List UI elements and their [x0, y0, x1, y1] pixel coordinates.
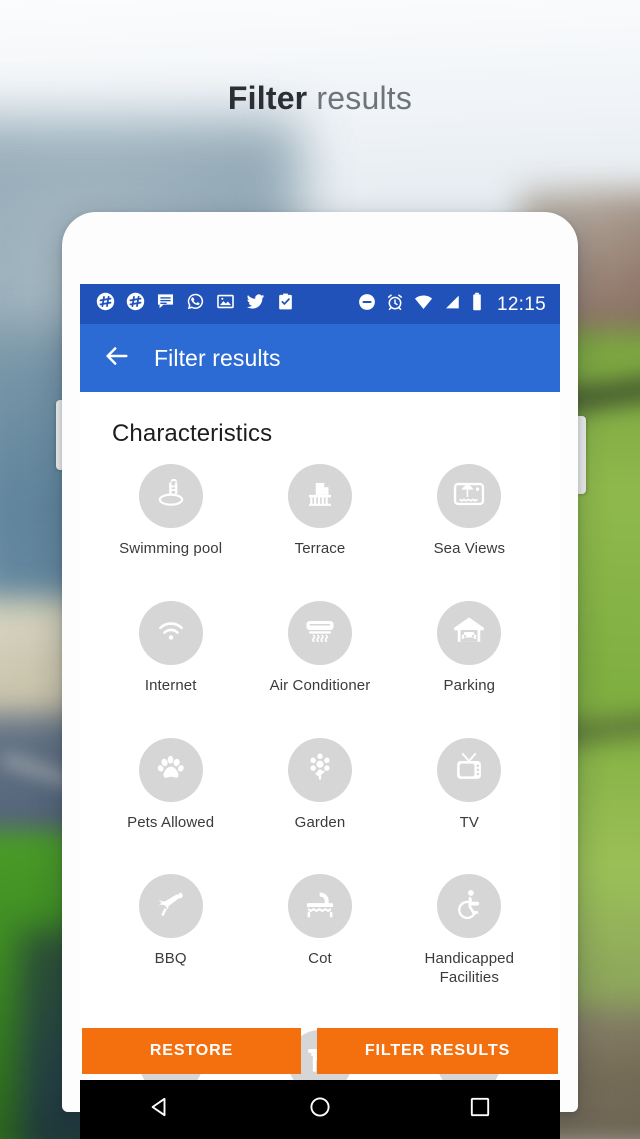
filter-option-label: Pets Allowed: [127, 813, 215, 831]
filter-icon-circle: [287, 464, 352, 528]
back-button[interactable]: [100, 341, 134, 375]
filter-icon-circle: [138, 737, 203, 802]
android-navigation-bar: [80, 1080, 560, 1139]
parking-garage-icon: [451, 612, 487, 653]
filter-option-label: Garden: [294, 813, 346, 831]
alarm-clock-icon: [386, 293, 404, 316]
paw-print-icon: [154, 750, 188, 789]
flower-icon: [304, 751, 336, 788]
filter-option-label: Sea Views: [433, 540, 506, 557]
nav-back-button[interactable]: [130, 1090, 190, 1130]
grid-row-gap: [96, 840, 245, 866]
filter-icon-circle: [287, 874, 352, 939]
filter-icon-circle: [138, 874, 203, 939]
status-bar: 12:15: [80, 284, 560, 324]
chat-bubble-icon: [156, 292, 175, 316]
filter-option-label: TV: [459, 813, 479, 831]
status-bar-notifications: [96, 292, 295, 316]
filter-icon-circle: [287, 600, 352, 665]
phone-screen: 12:15 Filter results Characteristics Swi…: [80, 284, 560, 1080]
grid-row-gap: [96, 567, 245, 593]
app-bar-title: Filter results: [154, 344, 281, 371]
filter-option-cot[interactable]: Cot: [245, 874, 394, 988]
sea-views-icon: [451, 476, 487, 517]
wheelchair-icon: [452, 887, 486, 926]
restore-button[interactable]: RESTORE: [82, 1028, 301, 1074]
baby-cot-icon: [302, 886, 338, 927]
filter-icon-circle: [437, 737, 502, 802]
filter-option-label: Handicapped Facilities: [424, 950, 515, 986]
filter-option-garden[interactable]: Garden: [245, 737, 394, 833]
arrow-left-icon: [103, 342, 131, 375]
wifi-icon: [154, 613, 188, 652]
twitter-bird-icon: [246, 292, 265, 316]
app-bar: Filter results: [80, 324, 560, 392]
status-bar-system-icons: 12:15: [358, 292, 546, 316]
filter-icon-circle: [287, 737, 352, 802]
action-bar: RESTORE FILTER RESULTS: [80, 1028, 560, 1074]
filter-option-label: Parking: [443, 676, 496, 694]
filter-option-label: Swimming pool: [119, 540, 223, 557]
grid-row-gap: [96, 704, 245, 730]
grid-row-gap: [395, 996, 544, 1022]
filter-option-terrace[interactable]: Terrace: [245, 464, 394, 559]
status-bar-clock: 12:15: [496, 293, 546, 315]
do-not-disturb-icon: [358, 293, 376, 316]
battery-icon: [471, 292, 483, 316]
section-title: Characteristics: [112, 420, 273, 447]
filter-option-handicapped-facilities[interactable]: Handicapped Facilities: [395, 874, 544, 988]
air-conditioner-icon: [302, 612, 338, 653]
back-triangle-icon: [148, 1095, 172, 1124]
characteristics-grid: Swimming pool Terrace Sea Views Internet…: [96, 454, 544, 1080]
filter-option-label: Terrace: [294, 540, 346, 557]
grid-row-gap: [245, 840, 394, 866]
filter-option-internet[interactable]: Internet: [96, 600, 245, 696]
swimming-pool-icon: [153, 476, 189, 517]
recents-square-icon: [468, 1095, 492, 1124]
terrace-icon: [303, 477, 337, 516]
filter-option-air-conditioner[interactable]: Air Conditioner: [245, 600, 394, 696]
page-title-rest: results: [307, 80, 413, 116]
wifi-icon: [414, 292, 433, 316]
grid-row-gap: [96, 996, 245, 1022]
nav-home-button[interactable]: [290, 1090, 350, 1130]
grid-row-gap: [245, 567, 394, 593]
hash-circle-icon: [96, 292, 115, 316]
page-title-strong: Filter: [227, 80, 308, 116]
grid-row-gap: [395, 704, 544, 730]
filter-icon-circle: [138, 600, 203, 665]
grid-row-gap: [245, 996, 394, 1022]
clipboard-check-icon: [276, 292, 295, 316]
filter-option-label: Cot: [308, 950, 332, 968]
page-title: Filter results: [0, 80, 640, 117]
filter-option-pets-allowed[interactable]: Pets Allowed: [96, 737, 245, 833]
filter-icon-circle: [437, 600, 502, 665]
bbq-grill-icon: [154, 887, 188, 926]
filter-icon-circle: [437, 464, 502, 528]
filter-option-tv[interactable]: TV: [395, 737, 544, 833]
grid-row-gap: [395, 840, 544, 866]
filter-option-swimming-pool[interactable]: Swimming pool: [96, 464, 245, 559]
nav-recents-button[interactable]: [450, 1090, 510, 1130]
filter-option-label: Air Conditioner: [269, 676, 371, 694]
hash-circle-icon: [126, 292, 145, 316]
home-circle-icon: [308, 1095, 332, 1124]
filter-option-bbq[interactable]: BBQ: [96, 874, 245, 988]
filter-content: Characteristics Swimming pool Terrace Se…: [80, 392, 560, 1080]
grid-row-gap: [245, 704, 394, 730]
gallery-image-icon: [216, 292, 235, 316]
television-icon: [452, 750, 486, 789]
whatsapp-icon: [186, 292, 205, 316]
filter-icon-circle: [138, 464, 203, 528]
grid-row-gap: [395, 567, 544, 593]
filter-icon-circle: [437, 874, 502, 939]
filter-option-parking[interactable]: Parking: [395, 600, 544, 696]
filter-results-button[interactable]: FILTER RESULTS: [317, 1028, 558, 1074]
cellular-signal-icon: [443, 293, 461, 316]
filter-option-sea-views[interactable]: Sea Views: [395, 464, 544, 559]
filter-option-label: BBQ: [154, 950, 187, 968]
filter-option-label: Internet: [144, 676, 197, 694]
